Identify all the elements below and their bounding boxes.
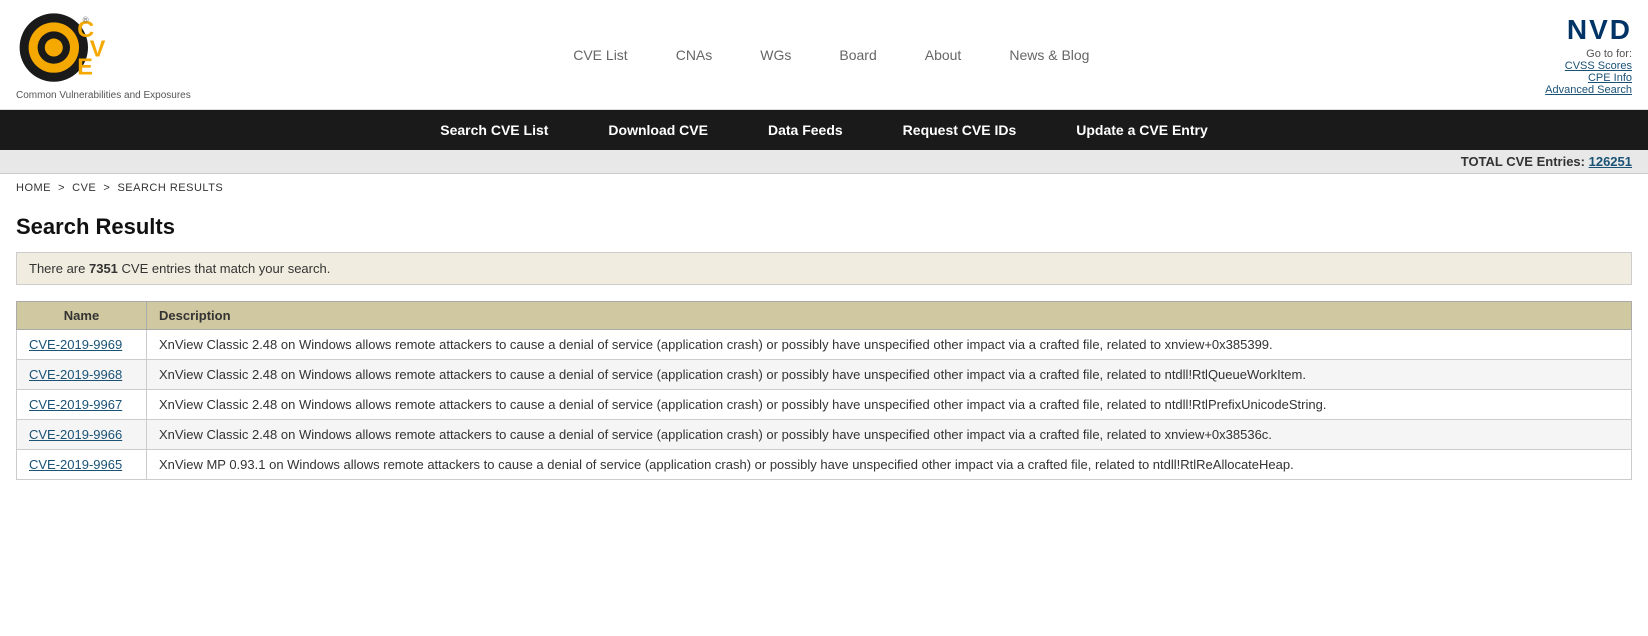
logo-area: C V E ® Common Vulnerabilities and Expos… <box>16 8 191 101</box>
cve-id-link[interactable]: CVE-2019-9969 <box>29 337 122 352</box>
results-info-prefix: There are <box>29 261 89 276</box>
results-info-suffix: CVE entries that match your search. <box>118 261 330 276</box>
nav-news-blog[interactable]: News & Blog <box>1009 47 1089 63</box>
cve-description-cell: XnView MP 0.93.1 on Windows allows remot… <box>147 450 1632 480</box>
nav-about[interactable]: About <box>925 47 962 63</box>
nav-board[interactable]: Board <box>839 47 876 63</box>
svg-text:E: E <box>77 54 93 80</box>
logo-tagline: Common Vulnerabilities and Exposures <box>16 90 191 101</box>
cve-id-link[interactable]: CVE-2019-9965 <box>29 457 122 472</box>
toolbar-download-cve[interactable]: Download CVE <box>608 122 708 138</box>
table-row: CVE-2019-9968 XnView Classic 2.48 on Wind… <box>17 360 1632 390</box>
cve-id-cell: CVE-2019-9967 <box>17 390 147 420</box>
table-row: CVE-2019-9966 XnView Classic 2.48 on Wind… <box>17 420 1632 450</box>
table-row: CVE-2019-9967 XnView Classic 2.48 on Wind… <box>17 390 1632 420</box>
results-info: There are 7351 CVE entries that match yo… <box>16 252 1632 285</box>
cve-description-cell: XnView Classic 2.48 on Windows allows re… <box>147 330 1632 360</box>
results-count: 7351 <box>89 261 118 276</box>
breadcrumb-current: SEARCH RESULTS <box>117 182 223 194</box>
nvd-goto-label: Go to for: <box>1586 48 1632 60</box>
nav-cnas[interactable]: CNAs <box>676 47 713 63</box>
table-row: CVE-2019-9969 XnView Classic 2.48 on Wind… <box>17 330 1632 360</box>
col-header-name: Name <box>17 302 147 330</box>
top-nav: CVE List CNAs WGs Board About News & Blo… <box>191 47 1472 63</box>
cve-description-cell: XnView Classic 2.48 on Windows allows re… <box>147 390 1632 420</box>
toolbar-search-cve[interactable]: Search CVE List <box>440 122 548 138</box>
nvd-cpe-link[interactable]: CPE Info <box>1472 72 1632 84</box>
cve-id-link[interactable]: CVE-2019-9968 <box>29 367 122 382</box>
total-label: TOTAL CVE Entries: <box>1461 154 1585 169</box>
nvd-logo: NVD <box>1472 14 1632 46</box>
nvd-cvss-link[interactable]: CVSS Scores <box>1472 60 1632 72</box>
cve-id-link[interactable]: CVE-2019-9966 <box>29 427 122 442</box>
main-content: Search Results There are 7351 CVE entrie… <box>0 202 1648 492</box>
cve-id-cell: CVE-2019-9966 <box>17 420 147 450</box>
cve-id-cell: CVE-2019-9969 <box>17 330 147 360</box>
cve-id-cell: CVE-2019-9965 <box>17 450 147 480</box>
toolbar-data-feeds[interactable]: Data Feeds <box>768 122 843 138</box>
nvd-advanced-search-link[interactable]: Advanced Search <box>1472 84 1632 96</box>
toolbar-request-ids[interactable]: Request CVE IDs <box>903 122 1017 138</box>
black-toolbar: Search CVE List Download CVE Data Feeds … <box>0 110 1648 150</box>
toolbar-update-entry[interactable]: Update a CVE Entry <box>1076 122 1207 138</box>
breadcrumb-cve[interactable]: CVE <box>72 182 96 194</box>
cve-id-link[interactable]: CVE-2019-9967 <box>29 397 122 412</box>
col-header-description: Description <box>147 302 1632 330</box>
total-count[interactable]: 126251 <box>1589 154 1632 169</box>
cve-id-cell: CVE-2019-9968 <box>17 360 147 390</box>
svg-text:®: ® <box>83 15 89 24</box>
breadcrumb: HOME > CVE > SEARCH RESULTS <box>0 174 1648 202</box>
nvd-links: CVSS Scores CPE Info Advanced Search <box>1472 60 1632 96</box>
total-bar: TOTAL CVE Entries: 126251 <box>0 150 1648 174</box>
nav-wgs[interactable]: WGs <box>760 47 791 63</box>
page-title: Search Results <box>16 214 1632 240</box>
nav-cve-list[interactable]: CVE List <box>573 47 627 63</box>
cve-description-cell: XnView Classic 2.48 on Windows allows re… <box>147 360 1632 390</box>
cve-logo: C V E ® <box>16 8 106 88</box>
cve-description-cell: XnView Classic 2.48 on Windows allows re… <box>147 420 1632 450</box>
top-header: C V E ® Common Vulnerabilities and Expos… <box>0 0 1648 110</box>
nvd-area: NVD Go to for: CVSS Scores CPE Info Adva… <box>1472 14 1632 96</box>
cve-table: Name Description CVE-2019-9969 XnView Cla… <box>16 301 1632 480</box>
table-row: CVE-2019-9965 XnView MP 0.93.1 on Windows… <box>17 450 1632 480</box>
breadcrumb-home[interactable]: HOME <box>16 182 51 194</box>
